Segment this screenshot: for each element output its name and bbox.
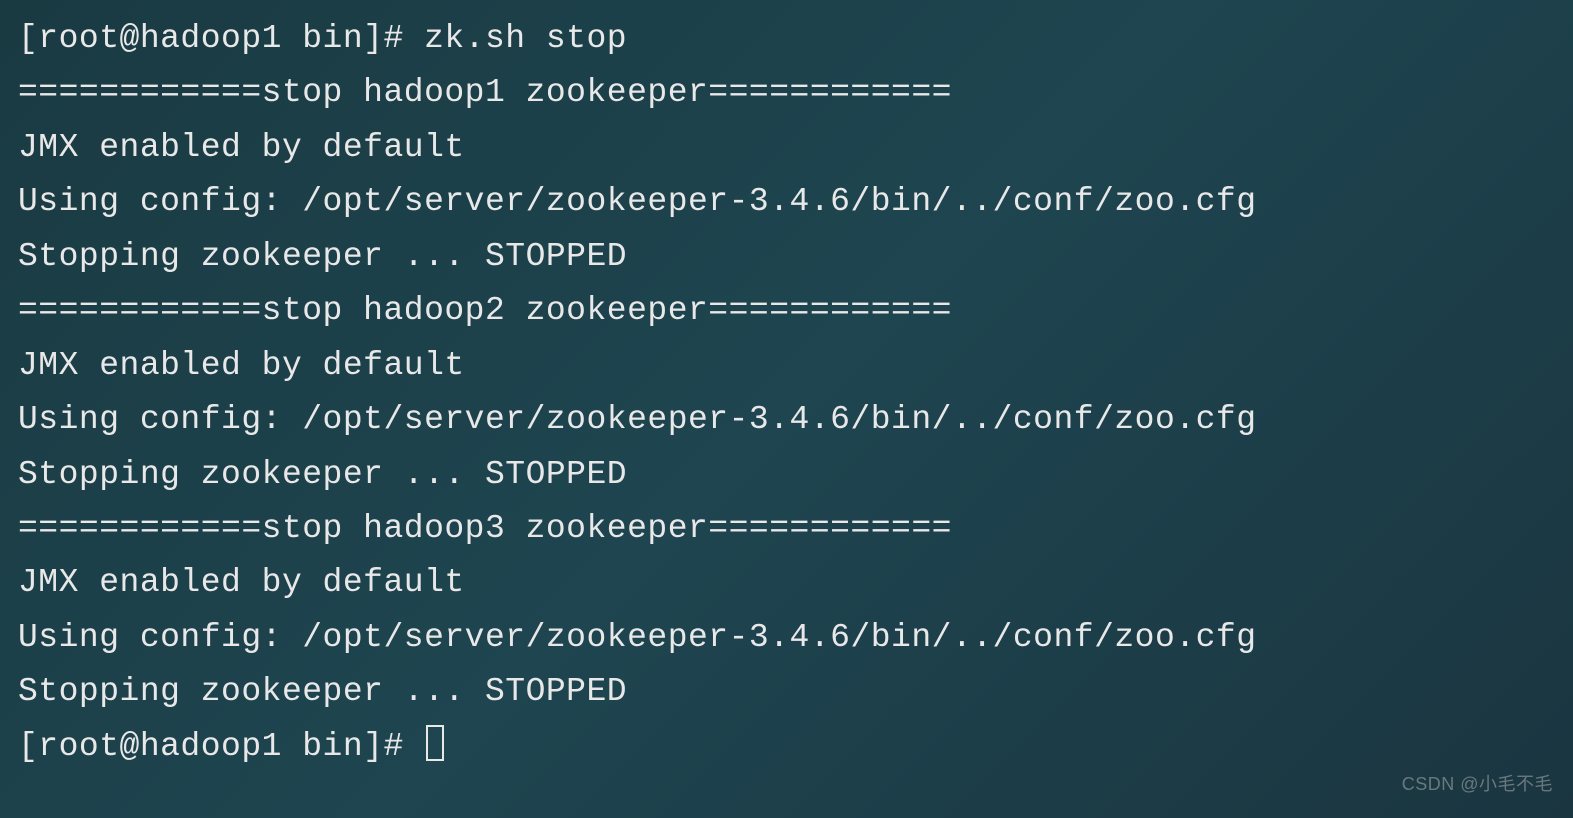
terminal-line: JMX enabled by default	[18, 121, 1555, 175]
terminal-line: ============stop hadoop3 zookeeper======…	[18, 502, 1555, 556]
watermark-text: CSDN @小毛不毛	[1402, 770, 1553, 800]
terminal-line: Stopping zookeeper ... STOPPED	[18, 448, 1555, 502]
terminal-line: ============stop hadoop2 zookeeper======…	[18, 284, 1555, 338]
terminal-line: ============stop hadoop1 zookeeper======…	[18, 66, 1555, 120]
terminal-line: Stopping zookeeper ... STOPPED	[18, 230, 1555, 284]
terminal-prompt-line[interactable]: [root@hadoop1 bin]#	[18, 720, 1555, 774]
terminal-line: [root@hadoop1 bin]# zk.sh stop	[18, 12, 1555, 66]
terminal-output[interactable]: [root@hadoop1 bin]# zk.sh stop =========…	[18, 12, 1555, 774]
terminal-line: Stopping zookeeper ... STOPPED	[18, 665, 1555, 719]
terminal-line: Using config: /opt/server/zookeeper-3.4.…	[18, 175, 1555, 229]
terminal-prompt: [root@hadoop1 bin]#	[18, 728, 424, 765]
cursor-icon	[426, 725, 444, 761]
terminal-line: Using config: /opt/server/zookeeper-3.4.…	[18, 393, 1555, 447]
terminal-line: JMX enabled by default	[18, 339, 1555, 393]
terminal-line: JMX enabled by default	[18, 556, 1555, 610]
terminal-line: Using config: /opt/server/zookeeper-3.4.…	[18, 611, 1555, 665]
